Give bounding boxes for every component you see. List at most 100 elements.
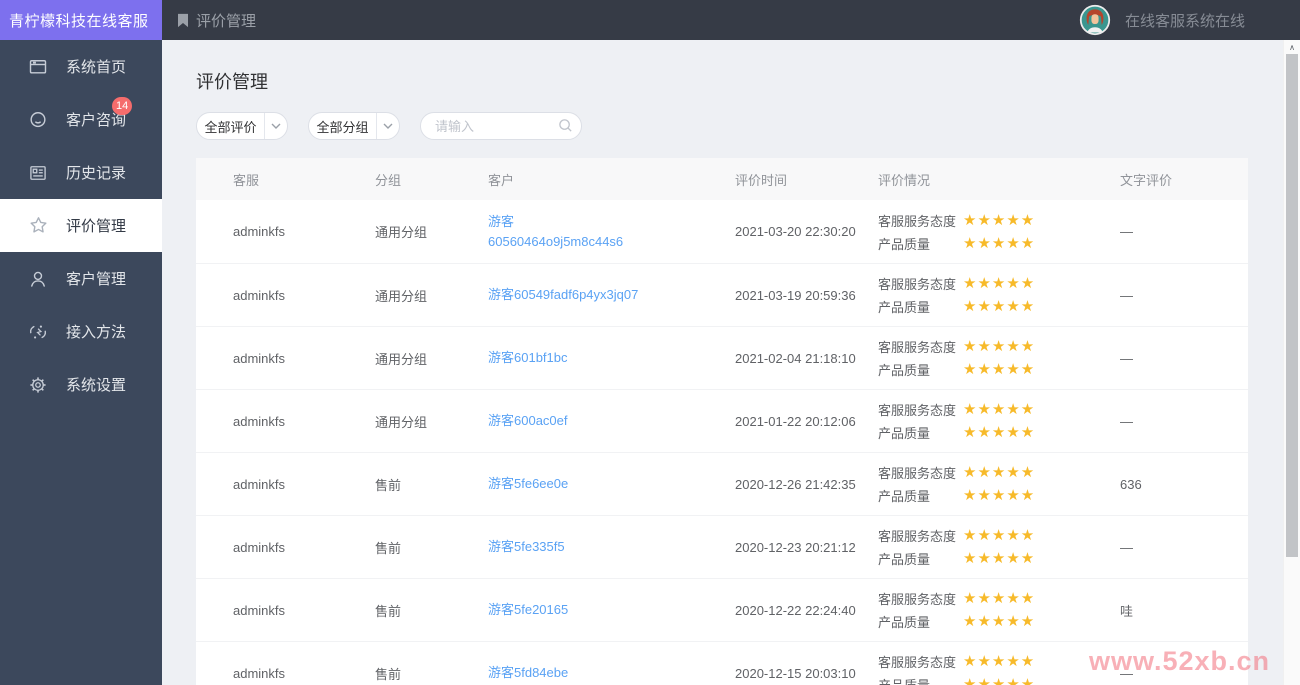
- table-header: 客服 分组 客户 评价时间 评价情况 文字评价: [196, 158, 1248, 200]
- customer-link[interactable]: 游客5fd84ebe: [488, 663, 648, 683]
- customer-link[interactable]: 游客5fe335f5: [488, 537, 648, 557]
- group-cell: 售前: [375, 477, 402, 493]
- product-rating-label: 产品质量: [878, 489, 931, 504]
- sidebar-item-integration[interactable]: 接入方法: [0, 305, 162, 358]
- topbar-breadcrumb: 评价管理: [162, 10, 1079, 31]
- agent-cell: adminkfs: [233, 539, 286, 555]
- table-body: adminkfs 通用分组 游客60560464o9j5m8c44s6 2021…: [196, 200, 1248, 685]
- product-rating-label: 产品质量: [878, 363, 931, 378]
- product-rating-label: 产品质量: [878, 615, 931, 630]
- group-filter-value: 全部分组: [316, 119, 369, 135]
- rating-cell: 客服服务态度 ★★★★★ 产品质量 ★★★★★: [878, 272, 1120, 318]
- topbar: 青柠檬科技在线客服 评价管理 在线客服系统在线: [0, 0, 1300, 40]
- time-cell: 2021-01-22 20:12:06: [735, 413, 856, 429]
- reviews-table: 客服 分组 客户 评价时间 评价情况 文字评价 adminkfs 通用分组 游客…: [196, 158, 1248, 685]
- scrollbar-thumb[interactable]: [1286, 54, 1298, 557]
- group-cell: 通用分组: [375, 288, 428, 304]
- service-rating-label: 客服服务态度: [878, 213, 957, 229]
- sidebar-item-settings[interactable]: 系统设置: [0, 358, 162, 411]
- unread-badge: 14: [112, 97, 133, 115]
- filter-bar: 全部评价 全部分组: [196, 112, 1300, 140]
- sidebar-item-home[interactable]: 系统首页: [0, 40, 162, 93]
- rating-cell: 客服服务态度 ★★★★★ 产品质量 ★★★★★: [878, 524, 1120, 570]
- bookmark-icon: [176, 13, 190, 28]
- service-star-rating: ★★★★★: [963, 275, 1036, 292]
- product-star-rating: ★★★★★: [963, 234, 1036, 252]
- product-star-rating: ★★★★★: [963, 613, 1036, 630]
- col-header-rating: 评价情况: [878, 172, 931, 188]
- agent-cell: adminkfs: [233, 287, 286, 303]
- product-star-rating: ★★★★★: [963, 424, 1036, 441]
- user-menu[interactable]: 在线客服系统在线: [1079, 4, 1300, 36]
- customer-link[interactable]: 游客60549fadf6p4yx3jq07: [488, 285, 648, 305]
- service-star-rating: ★★★★★: [963, 211, 1036, 229]
- col-header-time: 评价时间: [735, 172, 788, 188]
- time-cell: 2020-12-23 20:21:12: [735, 539, 856, 555]
- agent-cell: adminkfs: [233, 602, 286, 618]
- table-row: adminkfs 通用分组 游客60549fadf6p4yx3jq07 2021…: [196, 263, 1248, 326]
- group-cell: 售前: [375, 603, 402, 619]
- main-content: 评价管理 全部评价 全部分组 客服 分组 客户 评价时间: [162, 40, 1300, 685]
- group-filter-select[interactable]: 全部分组: [308, 112, 400, 140]
- connect-icon: [27, 321, 49, 343]
- text-review-cell: 636: [1120, 476, 1142, 492]
- time-cell: 2021-03-19 20:59:36: [735, 287, 856, 303]
- sidebar-item-label: 客户管理: [66, 271, 127, 288]
- page-title: 评价管理: [196, 72, 268, 92]
- history-icon: [27, 162, 49, 184]
- group-cell: 通用分组: [375, 414, 428, 430]
- customer-link[interactable]: 游客600ac0ef: [488, 411, 648, 431]
- customer-link[interactable]: 游客5fe20165: [488, 600, 648, 620]
- sidebar-item-reviews[interactable]: 评价管理: [0, 199, 162, 252]
- rating-filter-select[interactable]: 全部评价: [196, 112, 288, 140]
- product-rating-label: 产品质量: [878, 236, 931, 252]
- sidebar-item-consult[interactable]: 客户咨询 14: [0, 93, 162, 146]
- agent-cell: adminkfs: [233, 476, 286, 492]
- search-box: [420, 112, 582, 140]
- group-cell: 通用分组: [375, 351, 428, 367]
- user-icon: [27, 268, 49, 290]
- group-cell: 售前: [375, 666, 402, 682]
- service-star-rating: ★★★★★: [963, 464, 1036, 481]
- rating-cell: 客服服务态度 ★★★★★ 产品质量 ★★★★★: [878, 398, 1120, 444]
- rating-cell: 客服服务态度 ★★★★★ 产品质量 ★★★★★: [878, 335, 1120, 381]
- product-rating-label: 产品质量: [878, 552, 931, 567]
- sidebar-item-customers[interactable]: 客户管理: [0, 252, 162, 305]
- gear-icon: [27, 374, 49, 396]
- agent-cell: adminkfs: [233, 413, 286, 429]
- customer-link[interactable]: 游客60560464o9j5m8c44s6: [488, 212, 648, 252]
- sidebar-item-label: 历史记录: [66, 165, 127, 182]
- product-rating-label: 产品质量: [878, 675, 963, 685]
- time-cell: 2020-12-22 22:24:40: [735, 602, 856, 618]
- scroll-up-arrow-icon[interactable]: ∧: [1284, 40, 1300, 54]
- table-row: adminkfs 售前 游客5fe20165 2020-12-22 22:24:…: [196, 578, 1248, 641]
- chevron-down-icon: [376, 113, 399, 139]
- star-icon: [27, 215, 49, 237]
- time-cell: 2021-02-04 21:18:10: [735, 350, 856, 366]
- rating-cell: 客服服务态度 ★★★★★ 产品质量 ★★★★★: [878, 587, 1120, 633]
- service-star-rating: ★★★★★: [963, 338, 1036, 355]
- sidebar-item-history[interactable]: 历史记录: [0, 146, 162, 199]
- table-row: adminkfs 售前 游客5fe335f5 2020-12-23 20:21:…: [196, 515, 1248, 578]
- topbar-title: 评价管理: [196, 12, 257, 30]
- sidebar-item-label: 系统设置: [66, 377, 127, 394]
- product-star-rating: ★★★★★: [963, 550, 1036, 567]
- customer-link[interactable]: 游客5fe6ee0e: [488, 474, 648, 494]
- group-cell: 通用分组: [375, 225, 428, 240]
- text-review-cell: 哇: [1120, 603, 1134, 619]
- product-star-rating: ★★★★★: [963, 676, 1036, 685]
- service-rating-label: 客服服务态度: [878, 466, 957, 481]
- sidebar-item-label: 系统首页: [66, 59, 127, 76]
- product-star-rating: ★★★★★: [963, 298, 1036, 315]
- agent-cell: adminkfs: [233, 665, 286, 681]
- sidebar: 系统首页 客户咨询 14 历史记录 评价管理 客户管理 接入方法 系统设置: [0, 40, 162, 685]
- customer-link[interactable]: 游客601bf1bc: [488, 348, 648, 368]
- service-rating-label: 客服服务态度: [878, 655, 957, 670]
- table-row: adminkfs 通用分组 游客60560464o9j5m8c44s6 2021…: [196, 200, 1248, 263]
- product-rating-label: 产品质量: [878, 300, 931, 315]
- vertical-scrollbar[interactable]: ∧: [1283, 40, 1300, 685]
- text-review-cell: —: [1120, 224, 1133, 239]
- agent-cell: adminkfs: [233, 224, 286, 239]
- rating-cell: 客服服务态度 ★★★★★ 产品质量 ★★★★★: [878, 209, 1120, 255]
- product-star-rating: ★★★★★: [963, 487, 1036, 504]
